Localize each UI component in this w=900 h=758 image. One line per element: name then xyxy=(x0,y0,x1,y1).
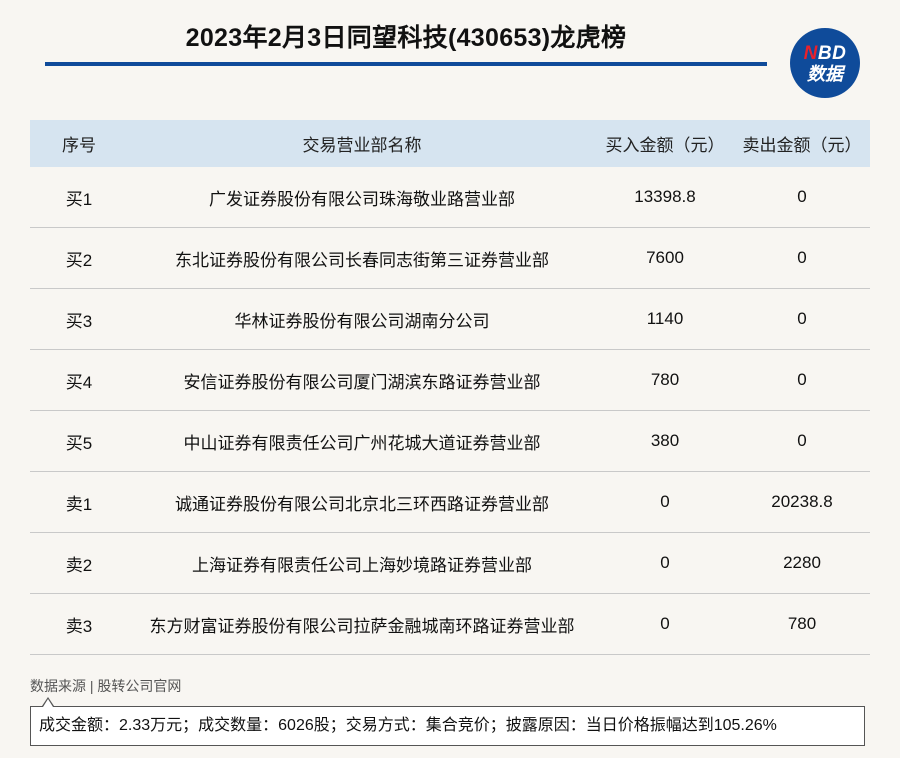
cell-buy: 780 xyxy=(596,349,734,411)
table-row: 卖3 东方财富证券股份有限公司拉萨金融城南环路证券营业部 0 780 xyxy=(30,593,870,655)
table-row: 卖1 诚通证券股份有限公司北京北三环西路证券营业部 0 20238.8 xyxy=(30,471,870,533)
cell-buy: 0 xyxy=(596,532,734,594)
cell-buy: 0 xyxy=(596,471,734,533)
title-underline xyxy=(45,62,767,66)
cell-branch: 东方财富证券股份有限公司拉萨金融城南环路证券营业部 xyxy=(128,593,596,655)
cell-branch: 中山证券有限责任公司广州花城大道证券营业部 xyxy=(128,410,596,472)
cell-sell: 0 xyxy=(734,167,870,228)
cell-seq: 卖1 xyxy=(30,471,128,533)
column-header-sell: 卖出金额（元） xyxy=(734,120,870,167)
logo-accent-letter: N xyxy=(803,42,818,64)
table-header-row: 序号 交易营业部名称 买入金额（元） 卖出金额（元） xyxy=(30,120,870,167)
cell-branch: 东北证券股份有限公司长春同志街第三证券营业部 xyxy=(128,227,596,289)
data-source-note: 数据来源 | 股转公司官网 xyxy=(30,678,182,694)
cell-seq: 卖2 xyxy=(30,532,128,594)
logo-letters: BD xyxy=(817,42,847,64)
table-row: 卖2 上海证券有限责任公司上海妙境路证券营业部 0 2280 xyxy=(30,532,870,594)
page-title: 2023年2月3日同望科技(430653)龙虎榜 xyxy=(185,24,627,52)
table-row: 买3 华林证券股份有限公司湖南分公司 1140 0 xyxy=(30,288,870,350)
cell-sell: 0 xyxy=(734,227,870,289)
cell-buy: 0 xyxy=(596,593,734,655)
cell-buy: 380 xyxy=(596,410,734,472)
cell-buy: 1140 xyxy=(596,288,734,350)
table-row: 买5 中山证券有限责任公司广州花城大道证券营业部 380 0 xyxy=(30,410,870,472)
cell-branch: 华林证券股份有限公司湖南分公司 xyxy=(128,288,596,350)
column-header-buy: 买入金额（元） xyxy=(596,120,734,167)
logo-line1: NBD xyxy=(804,44,847,63)
cell-seq: 买2 xyxy=(30,227,128,289)
column-header-branch: 交易营业部名称 xyxy=(128,120,596,167)
callout-pointer-fill xyxy=(43,699,53,707)
cell-sell: 0 xyxy=(734,288,870,350)
table-row: 买4 安信证券股份有限公司厦门湖滨东路证券营业部 780 0 xyxy=(30,349,870,411)
cell-seq: 卖3 xyxy=(30,593,128,655)
cell-seq: 买5 xyxy=(30,410,128,472)
cell-buy: 13398.8 xyxy=(596,167,734,228)
table-row: 买1 广发证券股份有限公司珠海敬业路营业部 13398.8 0 xyxy=(30,167,870,228)
cell-seq: 买1 xyxy=(30,167,128,228)
column-header-seq: 序号 xyxy=(30,120,128,167)
cell-sell: 780 xyxy=(734,593,870,655)
table-row: 买2 东北证券股份有限公司长春同志街第三证券营业部 7600 0 xyxy=(30,227,870,289)
cell-branch: 上海证券有限责任公司上海妙境路证券营业部 xyxy=(128,532,596,594)
cell-sell: 20238.8 xyxy=(734,471,870,533)
cell-seq: 买3 xyxy=(30,288,128,350)
cell-branch: 诚通证券股份有限公司北京北三环西路证券营业部 xyxy=(128,471,596,533)
cell-sell: 0 xyxy=(734,410,870,472)
trade-summary-box: 成交金额：2.33万元；成交数量：6026股；交易方式：集合竞价；披露原因：当日… xyxy=(30,706,865,746)
cell-branch: 广发证券股份有限公司珠海敬业路营业部 xyxy=(128,167,596,228)
cell-seq: 买4 xyxy=(30,349,128,411)
dragon-tiger-table: 序号 交易营业部名称 买入金额（元） 卖出金额（元） 买1 广发证券股份有限公司… xyxy=(30,120,870,655)
cell-branch: 安信证券股份有限公司厦门湖滨东路证券营业部 xyxy=(128,349,596,411)
cell-buy: 7600 xyxy=(596,227,734,289)
cell-sell: 0 xyxy=(734,349,870,411)
cell-sell: 2280 xyxy=(734,532,870,594)
logo-line2: 数据 xyxy=(807,63,843,84)
nbd-logo-icon: NBD 数据 xyxy=(790,28,860,98)
